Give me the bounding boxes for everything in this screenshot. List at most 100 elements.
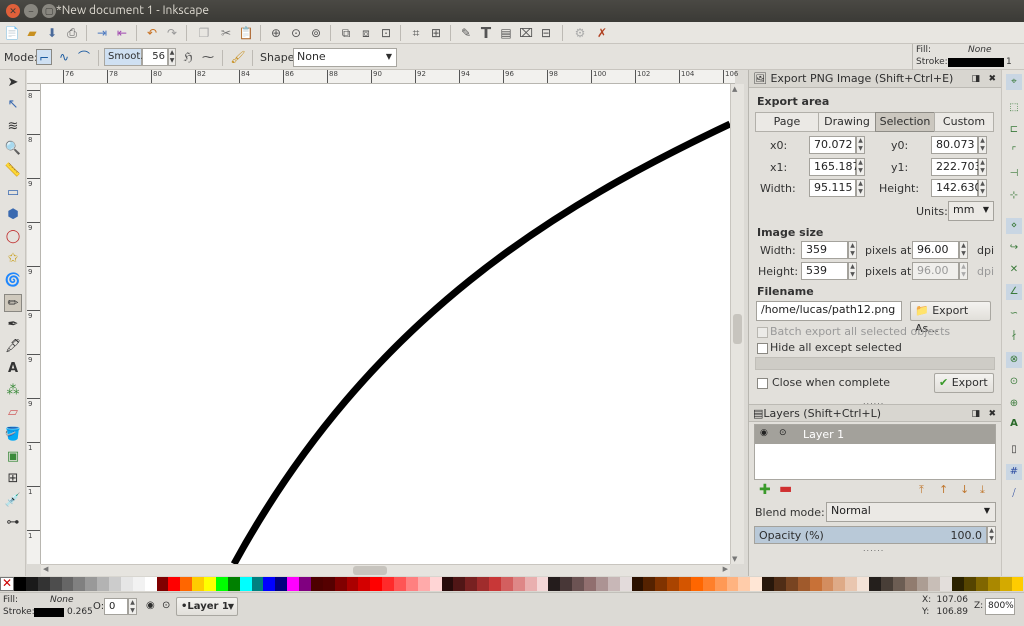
zoom-selection-icon[interactable]: ⊕	[268, 25, 284, 41]
layers-icon[interactable]: ▤	[498, 25, 514, 41]
palette-swatch[interactable]	[25, 577, 38, 591]
palette-swatch[interactable]	[631, 577, 644, 591]
palette-swatch[interactable]	[869, 577, 881, 591]
status-stroke-swatch[interactable]	[34, 608, 64, 617]
palette-swatch[interactable]	[405, 577, 418, 591]
layer-down-icon[interactable]: ↓	[960, 483, 969, 496]
close-panel-icon[interactable]: ✖	[988, 70, 996, 88]
palette-swatch[interactable]	[928, 577, 941, 591]
gradient-tool-icon[interactable]: ▣	[4, 448, 22, 466]
current-layer-select[interactable]: •Layer 1 ▼	[176, 597, 238, 616]
palette-swatch[interactable]	[750, 577, 763, 591]
palette-swatch[interactable]	[168, 577, 181, 591]
y1-spinner[interactable]: ▲ ▼	[978, 158, 987, 176]
opacity-spinner[interactable]: ▲ ▼	[987, 526, 996, 544]
zoom-tool-icon[interactable]: 🔍	[4, 140, 22, 158]
palette-swatch[interactable]	[679, 577, 691, 591]
paint-bucket-tool-icon[interactable]: 🪣	[4, 426, 22, 444]
paste-icon[interactable]: 📋	[238, 25, 254, 41]
scroll-up-icon[interactable]: ▲	[732, 85, 737, 93]
palette-swatch[interactable]	[584, 577, 596, 591]
snap-text-baseline-icon[interactable]: A	[1006, 416, 1022, 432]
zoom-input[interactable]: 800%	[985, 598, 1015, 615]
smoothing-input[interactable]: 56	[142, 48, 168, 66]
group-icon[interactable]: ⧉	[338, 25, 354, 41]
image-height-input[interactable]: 539	[801, 262, 848, 280]
palette-swatch[interactable]	[667, 577, 679, 591]
horizontal-scroll-thumb[interactable]	[353, 566, 387, 575]
fill-stroke-icon[interactable]: ✎	[458, 25, 474, 41]
palette-swatch[interactable]	[310, 577, 323, 591]
palette-swatch[interactable]	[809, 577, 822, 591]
selector-tool-icon[interactable]: ➤	[4, 74, 22, 92]
palette-swatch[interactable]	[714, 577, 727, 591]
palette-swatch[interactable]	[322, 577, 335, 591]
snap-bbox-edge-icon[interactable]: ⊏	[1006, 122, 1022, 138]
palette-swatch[interactable]	[999, 577, 1012, 591]
x0-input[interactable]: 70.072	[809, 136, 856, 154]
palette-swatch[interactable]	[702, 577, 715, 591]
snap-bbox-center-icon[interactable]: ⊹	[1006, 188, 1022, 204]
minimize-window-icon[interactable]: –	[24, 4, 38, 18]
palette-swatch[interactable]	[477, 577, 489, 591]
scroll-right-icon[interactable]: ▶	[723, 565, 728, 573]
y1-input[interactable]: 222.703	[931, 158, 982, 176]
no-paint-swatch[interactable]: ✕	[0, 577, 14, 591]
palette-swatch[interactable]	[857, 577, 869, 591]
palette-swatch[interactable]	[417, 577, 430, 591]
palette-swatch[interactable]	[97, 577, 109, 591]
node-editor-icon[interactable]: ⌗	[408, 25, 424, 41]
palette-swatch[interactable]	[275, 577, 288, 591]
palette-swatch[interactable]	[465, 577, 478, 591]
snap-path-icon[interactable]: ↪	[1006, 240, 1022, 256]
zoom-page-icon[interactable]: ⊚	[308, 25, 324, 41]
layer-row[interactable]: ◉ ⊙ Layer 1	[755, 425, 995, 444]
palette-swatch[interactable]	[227, 577, 240, 591]
palette-swatch[interactable]	[156, 577, 169, 591]
undo-icon[interactable]: ↶	[144, 25, 160, 41]
snap-others-icon[interactable]: ⊗	[1006, 352, 1022, 368]
ungroup-icon[interactable]: ⧈	[358, 25, 374, 41]
star-tool-icon[interactable]: ✩	[4, 250, 22, 268]
snap-intersection-icon[interactable]: ✕	[1006, 262, 1022, 278]
palette-swatch[interactable]	[204, 577, 216, 591]
palette-swatch[interactable]	[560, 577, 573, 591]
print-icon[interactable]: ⎙	[64, 25, 80, 41]
y0-input[interactable]: 80.073	[931, 136, 978, 154]
palette-swatch[interactable]	[382, 577, 394, 591]
tab-drawing[interactable]: Drawing	[818, 112, 876, 132]
smoothing-spinner[interactable]: ▲ ▼	[168, 48, 176, 66]
x0-spinner[interactable]: ▲ ▼	[856, 136, 865, 154]
measure-tool-icon[interactable]: 📏	[4, 162, 22, 180]
palette-swatch[interactable]	[299, 577, 311, 591]
palette-swatch[interactable]	[73, 577, 86, 591]
palette-swatch[interactable]	[14, 577, 26, 591]
palette-swatch[interactable]	[346, 577, 359, 591]
palette-swatch[interactable]	[49, 577, 62, 591]
palette-swatch[interactable]	[109, 577, 121, 591]
snap-page-icon[interactable]: ▯	[1006, 442, 1022, 458]
redo-icon[interactable]: ↷	[164, 25, 180, 41]
snap-bbox-corner-icon[interactable]: ⌜	[1006, 144, 1022, 160]
palette-swatch[interactable]	[916, 577, 929, 591]
bspline-mode-icon[interactable]: ⌒	[76, 49, 92, 65]
panel-handle-2[interactable]: ......	[863, 544, 884, 553]
export-button[interactable]: ✔ Export	[934, 373, 994, 393]
palette-swatch[interactable]	[548, 577, 561, 591]
add-layer-icon[interactable]: ✚	[759, 482, 771, 498]
scroll-down-icon[interactable]: ▼	[732, 555, 737, 563]
shape-select[interactable]: None ▼	[293, 48, 397, 67]
pen-tool-icon[interactable]: ✒	[4, 316, 22, 334]
status-opacity-input[interactable]: 0	[104, 598, 128, 615]
hide-all-checkbox[interactable]	[757, 343, 768, 354]
tab-selection[interactable]: Selection	[875, 112, 935, 132]
palette-swatch[interactable]	[192, 577, 204, 591]
palette-swatch[interactable]	[726, 577, 739, 591]
palette-swatch[interactable]	[358, 577, 371, 591]
snap-midpoint-icon[interactable]: ∤	[1006, 328, 1022, 344]
import-icon[interactable]: ⇥	[94, 25, 110, 41]
palette-swatch[interactable]	[619, 577, 632, 591]
connector-tool-icon[interactable]: ⊶	[4, 514, 22, 532]
dpi-spinner[interactable]: ▲ ▼	[959, 241, 968, 259]
palette-swatch[interactable]	[334, 577, 347, 591]
